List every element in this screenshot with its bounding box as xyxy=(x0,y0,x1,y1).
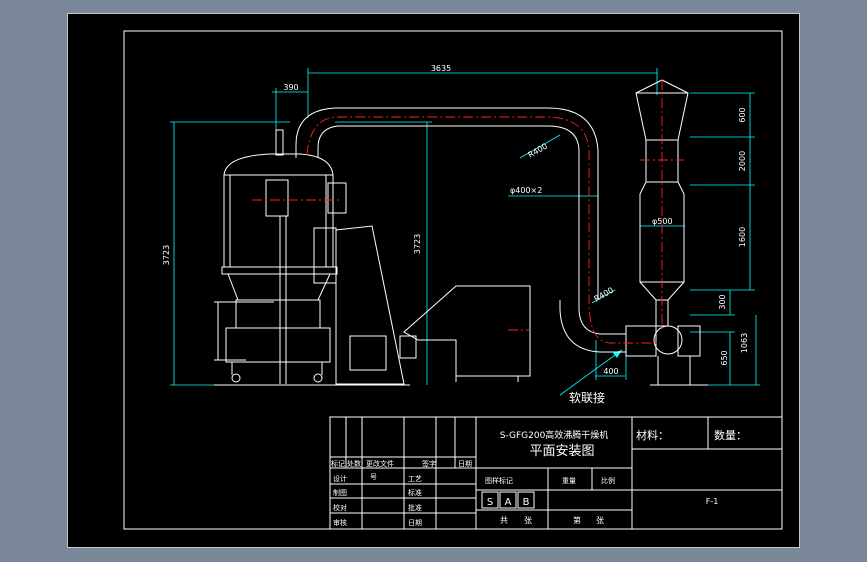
rev-header-mark: 标记 xyxy=(331,459,345,468)
total-label: 共 xyxy=(500,516,508,525)
centerlines xyxy=(252,80,684,344)
label-process: 工艺 xyxy=(408,475,422,483)
sheet-zhang: 张 xyxy=(596,516,604,525)
dimension-text: 3635 390 3723 3723 R400 φ400×2 R400 400 … xyxy=(162,64,749,376)
dryer-machine xyxy=(214,79,708,386)
drawing-title: 平面安装图 xyxy=(529,444,594,459)
stage-mark-s: S xyxy=(487,497,493,508)
dim-base-height: 1063 xyxy=(740,333,749,353)
label-drafting: 制图 xyxy=(333,488,347,497)
rev-header-sign: 签 xyxy=(422,459,429,468)
total-zhang: 张 xyxy=(524,516,532,525)
material-label: 材料： xyxy=(636,428,669,442)
label-review: 审核 xyxy=(333,518,347,527)
drawing-number: F-1 xyxy=(706,497,719,506)
dim-right-4: 300 xyxy=(718,294,727,309)
dim-right-2: 2000 xyxy=(738,151,747,171)
machine-name: S-GFG200高效沸腾干燥机 xyxy=(500,429,609,441)
label-design: 设计 xyxy=(333,474,347,483)
label-standard: 标准 xyxy=(408,488,422,497)
dim-height-left: 3723 xyxy=(162,245,171,265)
label-checking: 校对 xyxy=(333,503,347,512)
dim-offset: 390 xyxy=(283,83,298,92)
stage-mark-a: A xyxy=(505,497,512,508)
scale-label: 比例 xyxy=(601,476,615,485)
dim-total-length: 3635 xyxy=(431,64,451,73)
quantity-label: 数量： xyxy=(714,429,747,442)
dim-height-mid: 3723 xyxy=(413,234,422,254)
sheet-label: 第 xyxy=(573,515,581,525)
dim-right-1: 600 xyxy=(738,107,747,122)
stage-label: 图样标记 xyxy=(485,476,513,485)
weight-label: 重量 xyxy=(562,477,576,485)
rev-header-no: 号 xyxy=(370,473,377,481)
dim-bend-bottom: R400 xyxy=(593,286,616,304)
leader-arrowhead xyxy=(613,350,622,358)
title-block-text: S-GFG200高效沸腾干燥机 平面安装图 材料： 数量： 标记 处数 更改文件… xyxy=(331,428,747,527)
drawing-border xyxy=(123,30,783,530)
rev-header-date: 日期 xyxy=(458,460,472,468)
dim-chimney-dia: φ500 xyxy=(652,217,673,226)
soft-connection-label: 软联接 xyxy=(569,390,605,405)
rev-header-file: 更改文件 xyxy=(366,459,394,468)
rev-header-char: 字 xyxy=(429,459,436,468)
label-approval: 批准 xyxy=(408,503,422,512)
installation-drawing: 3635 390 3723 3723 R400 φ400×2 R400 400 … xyxy=(123,30,783,530)
dim-right-3: 1600 xyxy=(738,227,747,247)
stage-mark-b: B xyxy=(523,497,530,508)
label-date: 日期 xyxy=(408,519,422,527)
dim-pipe: φ400×2 xyxy=(510,186,542,195)
dim-bend-top: R400 xyxy=(527,142,550,160)
dim-fan-height: 650 xyxy=(720,350,729,365)
rev-header-count: 处数 xyxy=(347,459,361,468)
dim-fan-offset: 400 xyxy=(603,367,618,376)
